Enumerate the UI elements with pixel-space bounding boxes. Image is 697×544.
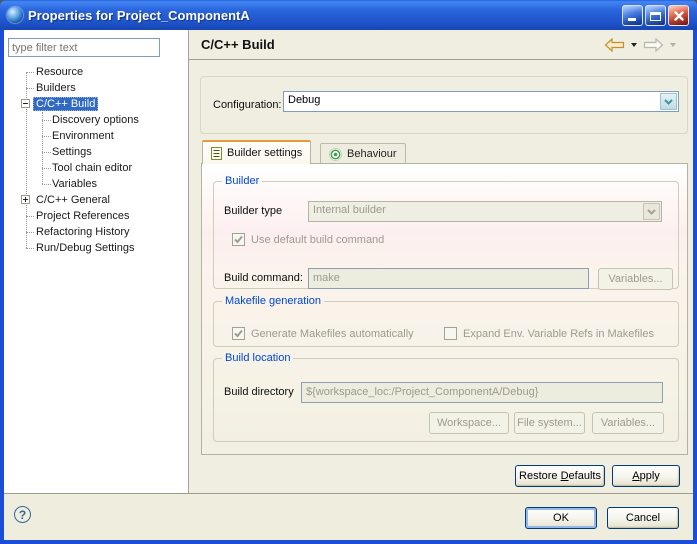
- file-system-button: File system...: [514, 412, 585, 434]
- checkbox-checked-icon: [232, 327, 245, 340]
- makefile-group-title: Makefile generation: [222, 295, 324, 307]
- configuration-value: Debug: [288, 94, 320, 106]
- app-icon: [7, 7, 23, 23]
- tree-item-label: Resource: [33, 65, 86, 79]
- forward-icon: [643, 38, 664, 52]
- tree-item-c-c-general[interactable]: C/C++ General: [4, 192, 188, 208]
- checkbox-label: Expand Env. Variable Refs in Makefiles: [463, 328, 654, 340]
- tree-item-label: Variables: [49, 177, 100, 191]
- forward-dropdown-icon: [670, 43, 676, 47]
- build-location-title: Build location: [222, 352, 293, 364]
- makefile-generation-group: Makefile generation Generate Makefiles a…: [213, 295, 679, 347]
- tree-item-c-c-build[interactable]: C/C++ Build: [4, 96, 188, 112]
- tree-item-label: Run/Debug Settings: [33, 241, 137, 255]
- tree-item-discovery-options[interactable]: Discovery options: [4, 112, 188, 128]
- restore-defaults-button[interactable]: Restore Defaults: [515, 465, 605, 487]
- checkbox-label: Generate Makefiles automatically: [251, 328, 414, 340]
- tree-item-variables[interactable]: Variables: [4, 176, 188, 192]
- tab-label: Builder settings: [227, 147, 302, 159]
- close-icon: [674, 11, 684, 21]
- builder-group: Builder Builder type Internal builder Us…: [213, 175, 679, 289]
- checkbox-checked-icon: [232, 233, 245, 246]
- chevron-down-icon[interactable]: [660, 93, 677, 110]
- tree-item-tool-chain-editor[interactable]: Tool chain editor: [4, 160, 188, 176]
- expand-icon[interactable]: [21, 195, 30, 204]
- build-command-label: Build command:: [224, 272, 303, 284]
- use-default-build-command-checkbox: Use default build command: [232, 233, 384, 246]
- minimize-button[interactable]: [622, 5, 643, 26]
- properties-dialog: Properties for Project_ComponentA Resour…: [0, 0, 697, 544]
- tree-item-run-debug-settings[interactable]: Run/Debug Settings: [4, 240, 188, 256]
- configuration-label: Configuration:: [213, 99, 282, 111]
- tree-item-settings[interactable]: Settings: [4, 144, 188, 160]
- builder-settings-icon: [211, 147, 222, 160]
- button-bar: ? OK Cancel: [4, 494, 693, 540]
- dialog-body: Resource Builders C/C++ Build Discovery opt…: [4, 30, 693, 540]
- maximize-button[interactable]: [645, 5, 666, 26]
- builder-group-title: Builder: [222, 175, 262, 187]
- window-title: Properties for Project_ComponentA: [28, 8, 250, 23]
- main-panel: C/C++ Build Configuration: Debug: [189, 30, 693, 493]
- tree-item-refactoring-history[interactable]: Refactoring History: [4, 224, 188, 240]
- ok-button[interactable]: OK: [525, 507, 597, 529]
- build-command-field: make: [308, 268, 589, 289]
- expand-env-refs-checkbox: Expand Env. Variable Refs in Makefiles: [444, 327, 654, 340]
- build-directory-field: ${workspace_loc:/Project_ComponentA/Debu…: [301, 382, 663, 403]
- build-location-group: Build location Build directory ${workspa…: [213, 352, 679, 442]
- titlebar: Properties for Project_ComponentA: [0, 0, 697, 30]
- close-button[interactable]: [668, 5, 689, 26]
- tab-builder-settings[interactable]: Builder settings: [202, 140, 311, 164]
- back-icon[interactable]: [604, 38, 625, 52]
- variables-button: Variables...: [592, 412, 664, 434]
- sidebar: Resource Builders C/C++ Build Discovery opt…: [4, 30, 188, 493]
- help-icon[interactable]: ?: [14, 506, 31, 523]
- builder-type-value: Internal builder: [313, 204, 386, 216]
- filter-input[interactable]: [8, 38, 160, 57]
- tree-item-label: C/C++ Build: [33, 97, 98, 111]
- tree-item-resource[interactable]: Resource: [4, 64, 188, 80]
- builder-settings-panel: Builder Builder type Internal builder Us…: [201, 163, 688, 455]
- generate-makefiles-checkbox: Generate Makefiles automatically: [232, 327, 414, 340]
- maximize-icon: [650, 11, 661, 21]
- tree-item-environment[interactable]: Environment: [4, 128, 188, 144]
- configuration-group: Configuration: Debug: [200, 76, 688, 134]
- tree-item-label: C/C++ General: [33, 193, 113, 207]
- minimize-icon: [628, 11, 638, 21]
- builder-type-combobox: Internal builder: [308, 201, 662, 222]
- page-title: C/C++ Build: [201, 30, 275, 60]
- tree-item-label: Project References: [33, 209, 133, 223]
- variables-button: Variables...: [598, 268, 673, 290]
- chevron-down-icon: [643, 203, 660, 220]
- cancel-button[interactable]: Cancel: [607, 507, 679, 529]
- tree-item-builders[interactable]: Builders: [4, 80, 188, 96]
- apply-button[interactable]: Apply: [612, 465, 680, 487]
- checkbox-label: Use default build command: [251, 234, 384, 246]
- properties-tree: Resource Builders C/C++ Build Discovery opt…: [4, 64, 188, 256]
- tree-item-label: Discovery options: [49, 113, 142, 127]
- tree-item-label: Environment: [49, 129, 117, 143]
- page-header: C/C++ Build: [189, 30, 693, 60]
- tab-behaviour[interactable]: Behaviour: [320, 143, 406, 164]
- tree-item-label: Refactoring History: [33, 225, 133, 239]
- build-directory-label: Build directory: [224, 386, 294, 398]
- workspace-button: Workspace...: [429, 412, 509, 434]
- back-dropdown-icon[interactable]: [631, 43, 637, 47]
- tree-item-label: Tool chain editor: [49, 161, 135, 175]
- checkbox-unchecked-icon: [444, 327, 457, 340]
- tree-item-label: Builders: [33, 81, 79, 95]
- tree-item-label: Settings: [49, 145, 95, 159]
- builder-type-label: Builder type: [224, 205, 282, 217]
- behaviour-icon: [329, 148, 342, 161]
- configuration-combobox[interactable]: Debug: [283, 91, 679, 112]
- collapse-icon[interactable]: [21, 99, 30, 108]
- tree-item-project-references[interactable]: Project References: [4, 208, 188, 224]
- tab-label: Behaviour: [347, 148, 397, 160]
